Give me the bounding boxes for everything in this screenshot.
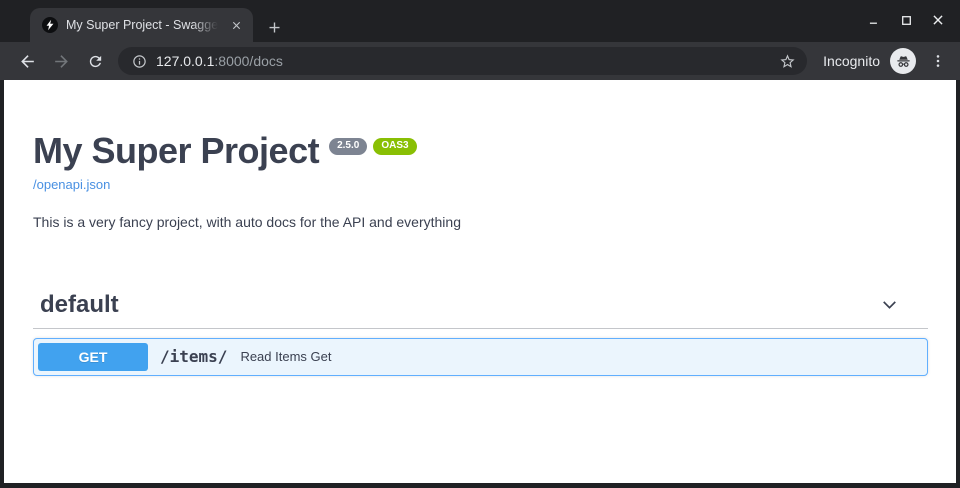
close-window-button[interactable] [922,6,954,34]
browser-toolbar: 127.0.0.1:8000/docs Incognito [0,42,960,80]
operation-block-get-items: GET /items/ Read Items Get [33,338,928,376]
bookmark-star-icon[interactable] [775,49,799,73]
openapi-spec-link[interactable]: /openapi.json [33,177,110,192]
browser-menu-icon[interactable] [926,49,950,73]
incognito-icon[interactable] [890,48,916,74]
tab-close-icon[interactable] [227,16,245,34]
back-icon[interactable] [14,48,40,74]
api-description: This is a very fancy project, with auto … [33,214,928,230]
badges: 2.5.0 OAS3 [329,138,422,155]
url-text[interactable]: 127.0.0.1:8000/docs [156,53,775,69]
operation-description: Read Items Get [240,349,331,364]
operation-summary-row[interactable]: GET /items/ Read Items Get [34,339,927,375]
favicon-lightning-icon [42,17,58,33]
operation-path: /items/ [160,347,227,366]
window-controls [858,6,954,34]
new-tab-button[interactable] [262,15,286,39]
browser-window: { "theme": { "method_get_blue": "#41a2ef… [0,0,960,488]
api-info-header: My Super Project 2.5.0 OAS3 [33,132,928,170]
page-viewport: My Super Project 2.5.0 OAS3 /openapi.jso… [4,80,956,483]
url-host: 127.0.0.1 [156,53,214,69]
swagger-wrapper: My Super Project 2.5.0 OAS3 /openapi.jso… [4,80,956,376]
tab-title: My Super Project - Swagger UI [66,18,218,32]
forward-icon[interactable] [48,48,74,74]
address-bar[interactable]: 127.0.0.1:8000/docs [118,47,807,75]
maximize-button[interactable] [890,6,922,34]
oas3-badge: OAS3 [373,138,416,155]
tab-strip: My Super Project - Swagger UI [0,0,960,42]
http-method-badge: GET [38,343,148,371]
section-header-default[interactable]: default [33,291,928,329]
page-title: My Super Project [33,132,319,170]
minimize-button[interactable] [858,6,890,34]
section-title: default [40,291,119,319]
reload-icon[interactable] [82,48,108,74]
page-info-icon[interactable] [128,50,150,72]
url-path: :8000/docs [214,53,283,69]
incognito-label: Incognito [823,53,880,69]
chevron-down-icon[interactable] [879,294,900,315]
browser-tab[interactable]: My Super Project - Swagger UI [30,8,253,42]
version-badge: 2.5.0 [329,138,367,155]
